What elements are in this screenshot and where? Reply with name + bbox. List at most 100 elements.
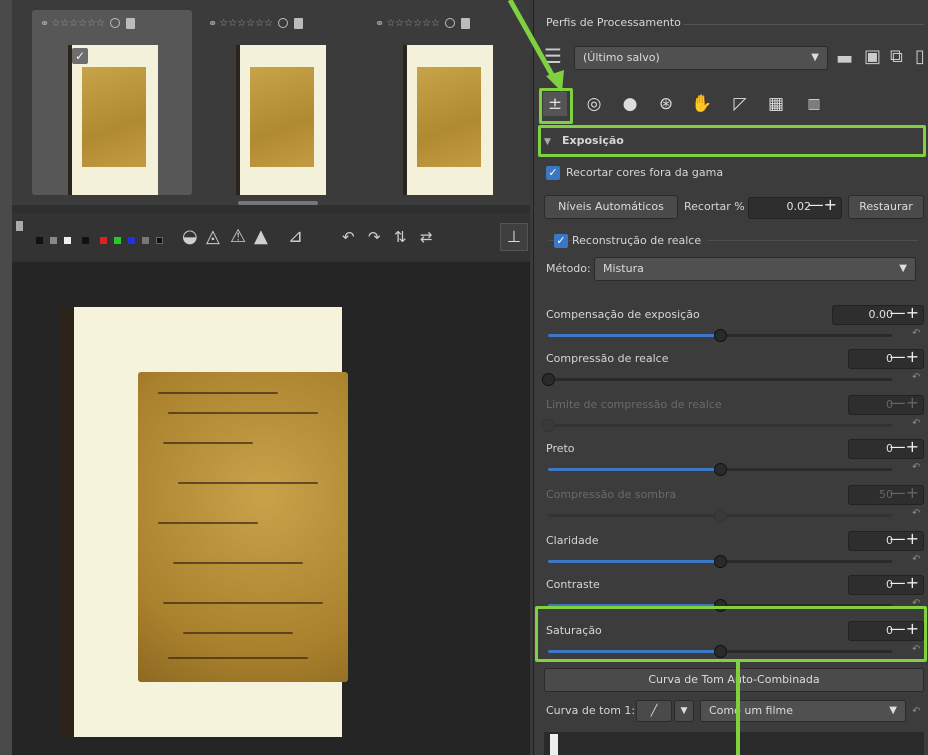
straighten-icon[interactable]: ⊥: [500, 223, 528, 251]
plus-minus-icon[interactable]: —+: [808, 196, 837, 214]
slider-knob[interactable]: [714, 555, 727, 568]
slider-track[interactable]: [548, 645, 892, 658]
color-tab-icon[interactable]: ●: [618, 92, 642, 116]
bg-gray-swatch[interactable]: [50, 237, 57, 244]
flip-vertical-icon[interactable]: ⇅: [394, 227, 407, 247]
slider-track[interactable]: [548, 463, 892, 476]
profile-icon[interactable]: ⚭: [375, 17, 384, 30]
local-tab-icon[interactable]: ✋: [690, 92, 714, 116]
advanced-tab-icon[interactable]: ⊛: [654, 92, 678, 116]
rating-stars[interactable]: ☆☆☆☆☆☆: [219, 18, 273, 29]
slider-knob[interactable]: [714, 645, 727, 658]
plus-minus-icon[interactable]: —+: [890, 530, 919, 548]
profile-icon[interactable]: ⚭: [208, 17, 217, 30]
rotate-right-icon[interactable]: ↷: [368, 227, 381, 247]
detail-tab-icon[interactable]: ◎: [582, 92, 606, 116]
reset-button[interactable]: Restaurar: [848, 195, 924, 219]
tone-curve-mode-select[interactable]: Como um filme ▼: [700, 700, 906, 722]
selected-check-icon[interactable]: ✓: [72, 48, 88, 64]
slider-knob[interactable]: [714, 463, 727, 476]
crop-angle-icon[interactable]: ⊿: [288, 227, 303, 247]
plus-minus-icon[interactable]: —+: [890, 620, 919, 638]
paste-icon[interactable]: ▯: [915, 46, 925, 67]
filmstrip-scrollbar[interactable]: [238, 201, 318, 205]
slider-value-input[interactable]: 0 —+: [848, 438, 924, 459]
bg-black2-swatch[interactable]: [82, 237, 89, 244]
slider-value-input[interactable]: 0.00 —+: [832, 304, 924, 325]
plus-minus-icon[interactable]: —+: [890, 574, 919, 592]
image-preview[interactable]: [12, 262, 530, 755]
auto-matched-tone-curve-button[interactable]: Curva de Tom Auto-Combinada: [544, 668, 924, 692]
color-label-icon[interactable]: [110, 18, 121, 28]
slider-track[interactable]: [542, 373, 892, 386]
copy-icon[interactable]: ⧉: [890, 46, 903, 67]
chevron-down-icon: ▼: [811, 52, 819, 63]
exposure-section-title[interactable]: Exposição: [562, 134, 624, 147]
plus-minus-icon[interactable]: —+: [890, 438, 919, 456]
slider-value-input[interactable]: 0 —+: [848, 348, 924, 369]
tone-curve-editor[interactable]: [544, 732, 924, 755]
bg-white-swatch[interactable]: [64, 237, 71, 244]
meta-tab-icon[interactable]: ▥: [802, 92, 826, 116]
slider-value-input[interactable]: 0 —+: [848, 620, 924, 641]
triangle-circle-icon[interactable]: ◬: [206, 227, 220, 247]
slider-value-input[interactable]: 0 —+: [848, 530, 924, 551]
reset-arrow-icon[interactable]: ↶: [912, 554, 920, 565]
highlight-recon-checkbox[interactable]: ✓: [554, 234, 568, 248]
reset-arrow-icon[interactable]: ↶: [912, 644, 920, 655]
clip-percent-input[interactable]: 0.02 —+: [748, 196, 842, 219]
blue-channel-swatch[interactable]: [128, 237, 135, 244]
focus-mask-swatch[interactable]: [156, 237, 163, 244]
chevron-down-icon[interactable]: ▼: [674, 700, 694, 722]
slider-knob[interactable]: [542, 373, 555, 386]
plus-minus-icon[interactable]: —+: [890, 304, 919, 322]
plus-minus-icon[interactable]: —+: [890, 348, 919, 366]
thumbnail-3[interactable]: ⚭ ☆☆☆☆☆☆: [367, 10, 527, 195]
circle-half-icon[interactable]: ◒: [182, 227, 198, 247]
exposure-tab-icon[interactable]: ±: [543, 92, 567, 116]
slider-track[interactable]: [548, 329, 892, 342]
color-label-icon[interactable]: [278, 18, 289, 28]
bg-toggle-icon[interactable]: [16, 221, 23, 231]
color-label-icon[interactable]: [445, 18, 456, 28]
auto-levels-button[interactable]: Níveis Automáticos: [544, 195, 678, 219]
raw-tab-icon[interactable]: ▦: [764, 92, 788, 116]
reset-arrow-icon[interactable]: ↶: [912, 462, 920, 473]
profile-select[interactable]: (Último salvo) ▼: [574, 46, 828, 70]
transform-tab-icon[interactable]: ◸: [728, 92, 752, 116]
trash-icon[interactable]: [461, 17, 471, 29]
curve-type-icon[interactable]: ╱: [636, 700, 672, 722]
clip-gamut-checkbox[interactable]: ✓: [546, 166, 560, 180]
slider-track[interactable]: [548, 599, 892, 612]
rating-stars[interactable]: ☆☆☆☆☆☆: [386, 18, 440, 29]
thumbnail-1[interactable]: ⚭ ☆☆☆☆☆☆ ✓: [32, 10, 192, 195]
warning-outline-icon[interactable]: ⚠: [230, 227, 246, 247]
slider-knob[interactable]: [714, 599, 727, 612]
green-channel-swatch[interactable]: [114, 237, 121, 244]
luminance-swatch[interactable]: [142, 237, 149, 244]
thumbnail-2[interactable]: ⚭ ☆☆☆☆☆☆: [200, 10, 360, 195]
method-select[interactable]: Mistura ▼: [594, 257, 916, 281]
flip-horizontal-icon[interactable]: ⇄: [420, 227, 433, 247]
reset-arrow-icon[interactable]: ↶: [912, 598, 920, 609]
slider-value-input[interactable]: 0 —+: [848, 574, 924, 595]
rating-stars[interactable]: ☆☆☆☆☆☆: [51, 18, 105, 29]
profile-list-icon[interactable]: ☰: [544, 44, 562, 68]
warning-filled-icon[interactable]: ▲: [254, 227, 268, 247]
reset-arrow-icon[interactable]: ↶: [912, 706, 920, 717]
folder-open-icon[interactable]: ▬: [836, 48, 853, 69]
slider-track[interactable]: [548, 555, 892, 568]
trash-icon[interactable]: [126, 17, 136, 29]
reset-arrow-icon[interactable]: ↶: [912, 508, 920, 519]
trash-icon[interactable]: [294, 17, 304, 29]
rotate-left-icon[interactable]: ↶: [342, 227, 355, 247]
bg-black-swatch[interactable]: [36, 237, 43, 244]
profile-icon[interactable]: ⚭: [40, 17, 49, 30]
collapse-arrow-icon[interactable]: ▼: [544, 137, 551, 147]
save-icon[interactable]: ▣: [864, 46, 881, 67]
reset-arrow-icon[interactable]: ↶: [912, 372, 920, 383]
reset-arrow-icon[interactable]: ↶: [912, 418, 920, 429]
reset-arrow-icon[interactable]: ↶: [912, 328, 920, 339]
slider-knob[interactable]: [714, 329, 727, 342]
red-channel-swatch[interactable]: [100, 237, 107, 244]
